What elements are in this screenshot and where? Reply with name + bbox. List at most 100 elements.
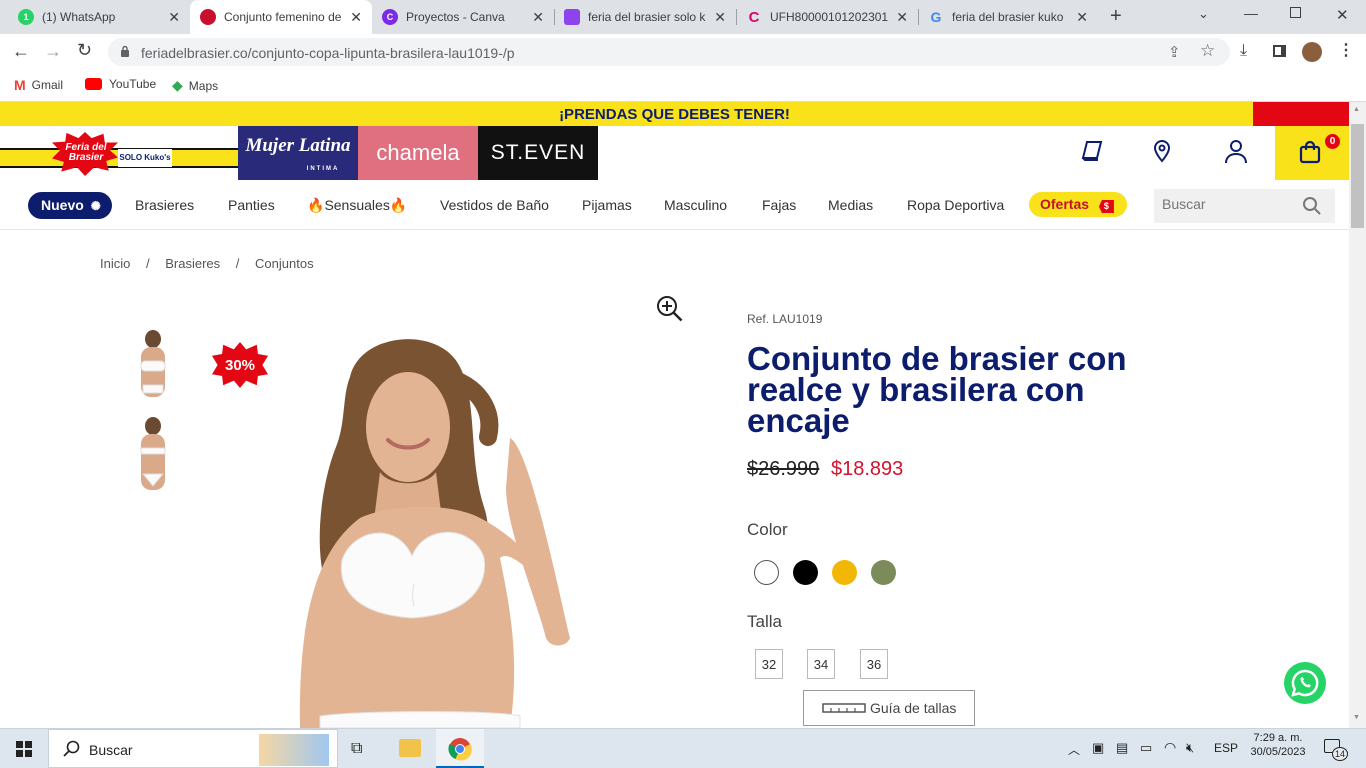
show-hidden-icons-chevron-icon[interactable]: ︿ bbox=[1068, 741, 1080, 758]
nav-nuevo[interactable]: Nuevo ✺ bbox=[28, 192, 112, 219]
new-tab-button[interactable]: + bbox=[1110, 5, 1122, 28]
tab-conjunto[interactable]: Conjunto femenino de ✕ bbox=[190, 0, 372, 34]
tab-search-chevron-icon[interactable]: ⌄ bbox=[1198, 6, 1209, 22]
nav-medias[interactable]: Medias bbox=[828, 197, 873, 213]
store-location-icon[interactable] bbox=[1151, 139, 1173, 168]
cart-button[interactable]: 0 bbox=[1275, 126, 1349, 180]
battery-icon[interactable]: ▭ bbox=[1140, 740, 1152, 756]
tab-title: Proyectos - Canva bbox=[406, 10, 505, 24]
product-main-image[interactable] bbox=[260, 322, 600, 728]
menu-kebab-icon[interactable]: ⋮ bbox=[1338, 40, 1354, 60]
size-option-32[interactable]: 32 bbox=[755, 649, 783, 679]
color-swatch-olive[interactable] bbox=[871, 560, 896, 585]
profile-avatar[interactable] bbox=[1302, 42, 1322, 62]
nav-vestidos-de-bano[interactable]: Vestidos de Baño bbox=[440, 197, 549, 213]
youtube-icon bbox=[85, 78, 102, 90]
breadcrumb-inicio[interactable]: Inicio bbox=[100, 256, 130, 271]
tab-whatsapp[interactable]: 1 (1) WhatsApp ✕ bbox=[8, 0, 190, 34]
brand-mujer-latina[interactable]: Mujer Latina INTIMA bbox=[238, 126, 358, 180]
page-scrollbar[interactable]: ▲ ▼ bbox=[1349, 102, 1366, 728]
side-panel-icon[interactable] bbox=[1273, 45, 1286, 57]
share-icon[interactable]: ⇪ bbox=[1168, 43, 1181, 61]
bookmark-maps[interactable]: ◆ Maps bbox=[172, 77, 218, 94]
tab-canva[interactable]: C Proyectos - Canva ✕ bbox=[372, 0, 554, 34]
reload-icon[interactable]: ↻ bbox=[77, 40, 92, 61]
bookmark-star-icon[interactable]: ☆ bbox=[1200, 41, 1215, 61]
system-clock[interactable]: 7:29 a. m. 30/05/2023 bbox=[1248, 732, 1308, 758]
volume-muted-icon[interactable]: 🔇︎ bbox=[1186, 740, 1194, 756]
whatsapp-icon bbox=[1291, 669, 1319, 697]
color-swatch-white[interactable] bbox=[754, 560, 779, 585]
nav-pijamas[interactable]: Pijamas bbox=[582, 197, 632, 213]
search-icon[interactable] bbox=[1302, 196, 1322, 221]
scrollbar-thumb[interactable] bbox=[1351, 124, 1364, 228]
taskbar-search[interactable]: Buscar bbox=[48, 729, 338, 768]
brand-st-even[interactable]: ST.EVEN bbox=[478, 126, 598, 180]
flame-icon: 🔥 bbox=[307, 197, 325, 213]
nav-ropa-deportiva[interactable]: Ropa Deportiva bbox=[907, 197, 1004, 213]
bookmark-gmail[interactable]: M Gmail bbox=[14, 77, 63, 93]
calendar-icon bbox=[564, 9, 580, 25]
catalog-book-icon[interactable] bbox=[1080, 139, 1104, 168]
meet-now-icon[interactable]: ▣ bbox=[1092, 740, 1104, 756]
nav-ofertas[interactable]: Ofertas $ bbox=[1029, 192, 1127, 217]
tab-title: (1) WhatsApp bbox=[42, 10, 116, 24]
promo-banner[interactable]: ¡PRENDAS QUE DEBES TENER! bbox=[0, 102, 1349, 126]
feria-favicon-icon bbox=[200, 9, 216, 25]
tab-feria-solo-kukos[interactable]: feria del brasier solo k ✕ bbox=[554, 0, 736, 34]
wifi-icon[interactable]: ◠ bbox=[1164, 739, 1176, 756]
tab-title: feria del brasier solo k bbox=[588, 10, 706, 24]
size-option-36[interactable]: 36 bbox=[860, 649, 888, 679]
cart-count-badge: 0 bbox=[1325, 134, 1340, 149]
nav-fajas[interactable]: Fajas bbox=[762, 197, 796, 213]
minimize-icon[interactable]: — bbox=[1244, 5, 1258, 21]
back-arrow-icon[interactable]: ← bbox=[12, 41, 30, 62]
close-icon[interactable]: ✕ bbox=[896, 9, 908, 26]
size-guide-button[interactable]: Guía de tallas bbox=[803, 690, 975, 726]
product-thumbnail-front[interactable] bbox=[125, 327, 181, 409]
size-guide-label: Guía de tallas bbox=[870, 700, 957, 716]
zoom-in-icon[interactable] bbox=[656, 295, 684, 328]
tab-google-search[interactable]: G feria del brasier kuko ✕ bbox=[918, 0, 1098, 34]
input-language[interactable]: ESP bbox=[1214, 741, 1238, 755]
bookmark-youtube[interactable]: YouTube bbox=[85, 77, 156, 91]
close-icon[interactable]: ✕ bbox=[714, 9, 726, 26]
window-close-icon[interactable]: ✕ bbox=[1336, 6, 1349, 24]
size-option-34[interactable]: 34 bbox=[807, 649, 835, 679]
product-thumbnail-back[interactable] bbox=[125, 414, 181, 496]
nav-brasieres[interactable]: Brasieres bbox=[135, 197, 194, 213]
site-search[interactable] bbox=[1154, 189, 1335, 223]
windows-start-icon[interactable] bbox=[16, 741, 32, 757]
breadcrumb-brasieres[interactable]: Brasieres bbox=[165, 256, 220, 271]
user-account-icon[interactable] bbox=[1224, 138, 1248, 169]
browser-toolbar: ← → ↻ feriadelbrasier.co/conjunto-copa-l… bbox=[0, 34, 1366, 71]
browser-tab-strip: 1 (1) WhatsApp ✕ Conjunto femenino de ✕ … bbox=[0, 0, 1366, 34]
file-explorer-icon[interactable] bbox=[399, 739, 421, 757]
nav-panties[interactable]: Panties bbox=[228, 197, 275, 213]
close-icon[interactable]: ✕ bbox=[350, 9, 362, 26]
address-bar[interactable]: feriadelbrasier.co/conjunto-copa-lipunta… bbox=[108, 38, 1230, 66]
color-swatch-black[interactable] bbox=[793, 560, 818, 585]
download-icon[interactable]: ⤓ bbox=[1240, 42, 1247, 60]
scroll-up-arrow-icon[interactable]: ▲ bbox=[1353, 106, 1360, 113]
nav-sensuales[interactable]: 🔥Sensuales🔥 bbox=[307, 197, 407, 214]
tab-ufh-document[interactable]: C UFH80000101202301 ✕ bbox=[736, 0, 918, 34]
scroll-down-arrow-icon[interactable]: ▼ bbox=[1353, 714, 1360, 721]
task-view-icon[interactable]: ⧉ bbox=[351, 740, 362, 758]
tab-title: feria del brasier kuko bbox=[952, 10, 1064, 24]
restore-icon[interactable] bbox=[1290, 7, 1301, 18]
close-icon[interactable]: ✕ bbox=[168, 9, 180, 26]
whatsapp-chat-button[interactable] bbox=[1284, 662, 1326, 704]
close-icon[interactable]: ✕ bbox=[532, 9, 544, 26]
bookmarks-bar: M Gmail YouTube ◆ Maps bbox=[0, 71, 1366, 102]
brand-chamela[interactable]: chamela bbox=[358, 126, 478, 180]
taskbar-chrome-app[interactable] bbox=[436, 729, 484, 768]
close-icon[interactable]: ✕ bbox=[1076, 9, 1088, 26]
display-icon[interactable]: ▤ bbox=[1116, 740, 1128, 756]
url-text[interactable]: feriadelbrasier.co/conjunto-copa-lipunta… bbox=[141, 45, 515, 61]
breadcrumb-conjuntos[interactable]: Conjuntos bbox=[255, 256, 314, 271]
search-input[interactable] bbox=[1162, 196, 1292, 212]
forward-arrow-icon[interactable]: → bbox=[44, 41, 62, 62]
nav-masculino[interactable]: Masculino bbox=[664, 197, 727, 213]
color-swatch-yellow[interactable] bbox=[832, 560, 857, 585]
